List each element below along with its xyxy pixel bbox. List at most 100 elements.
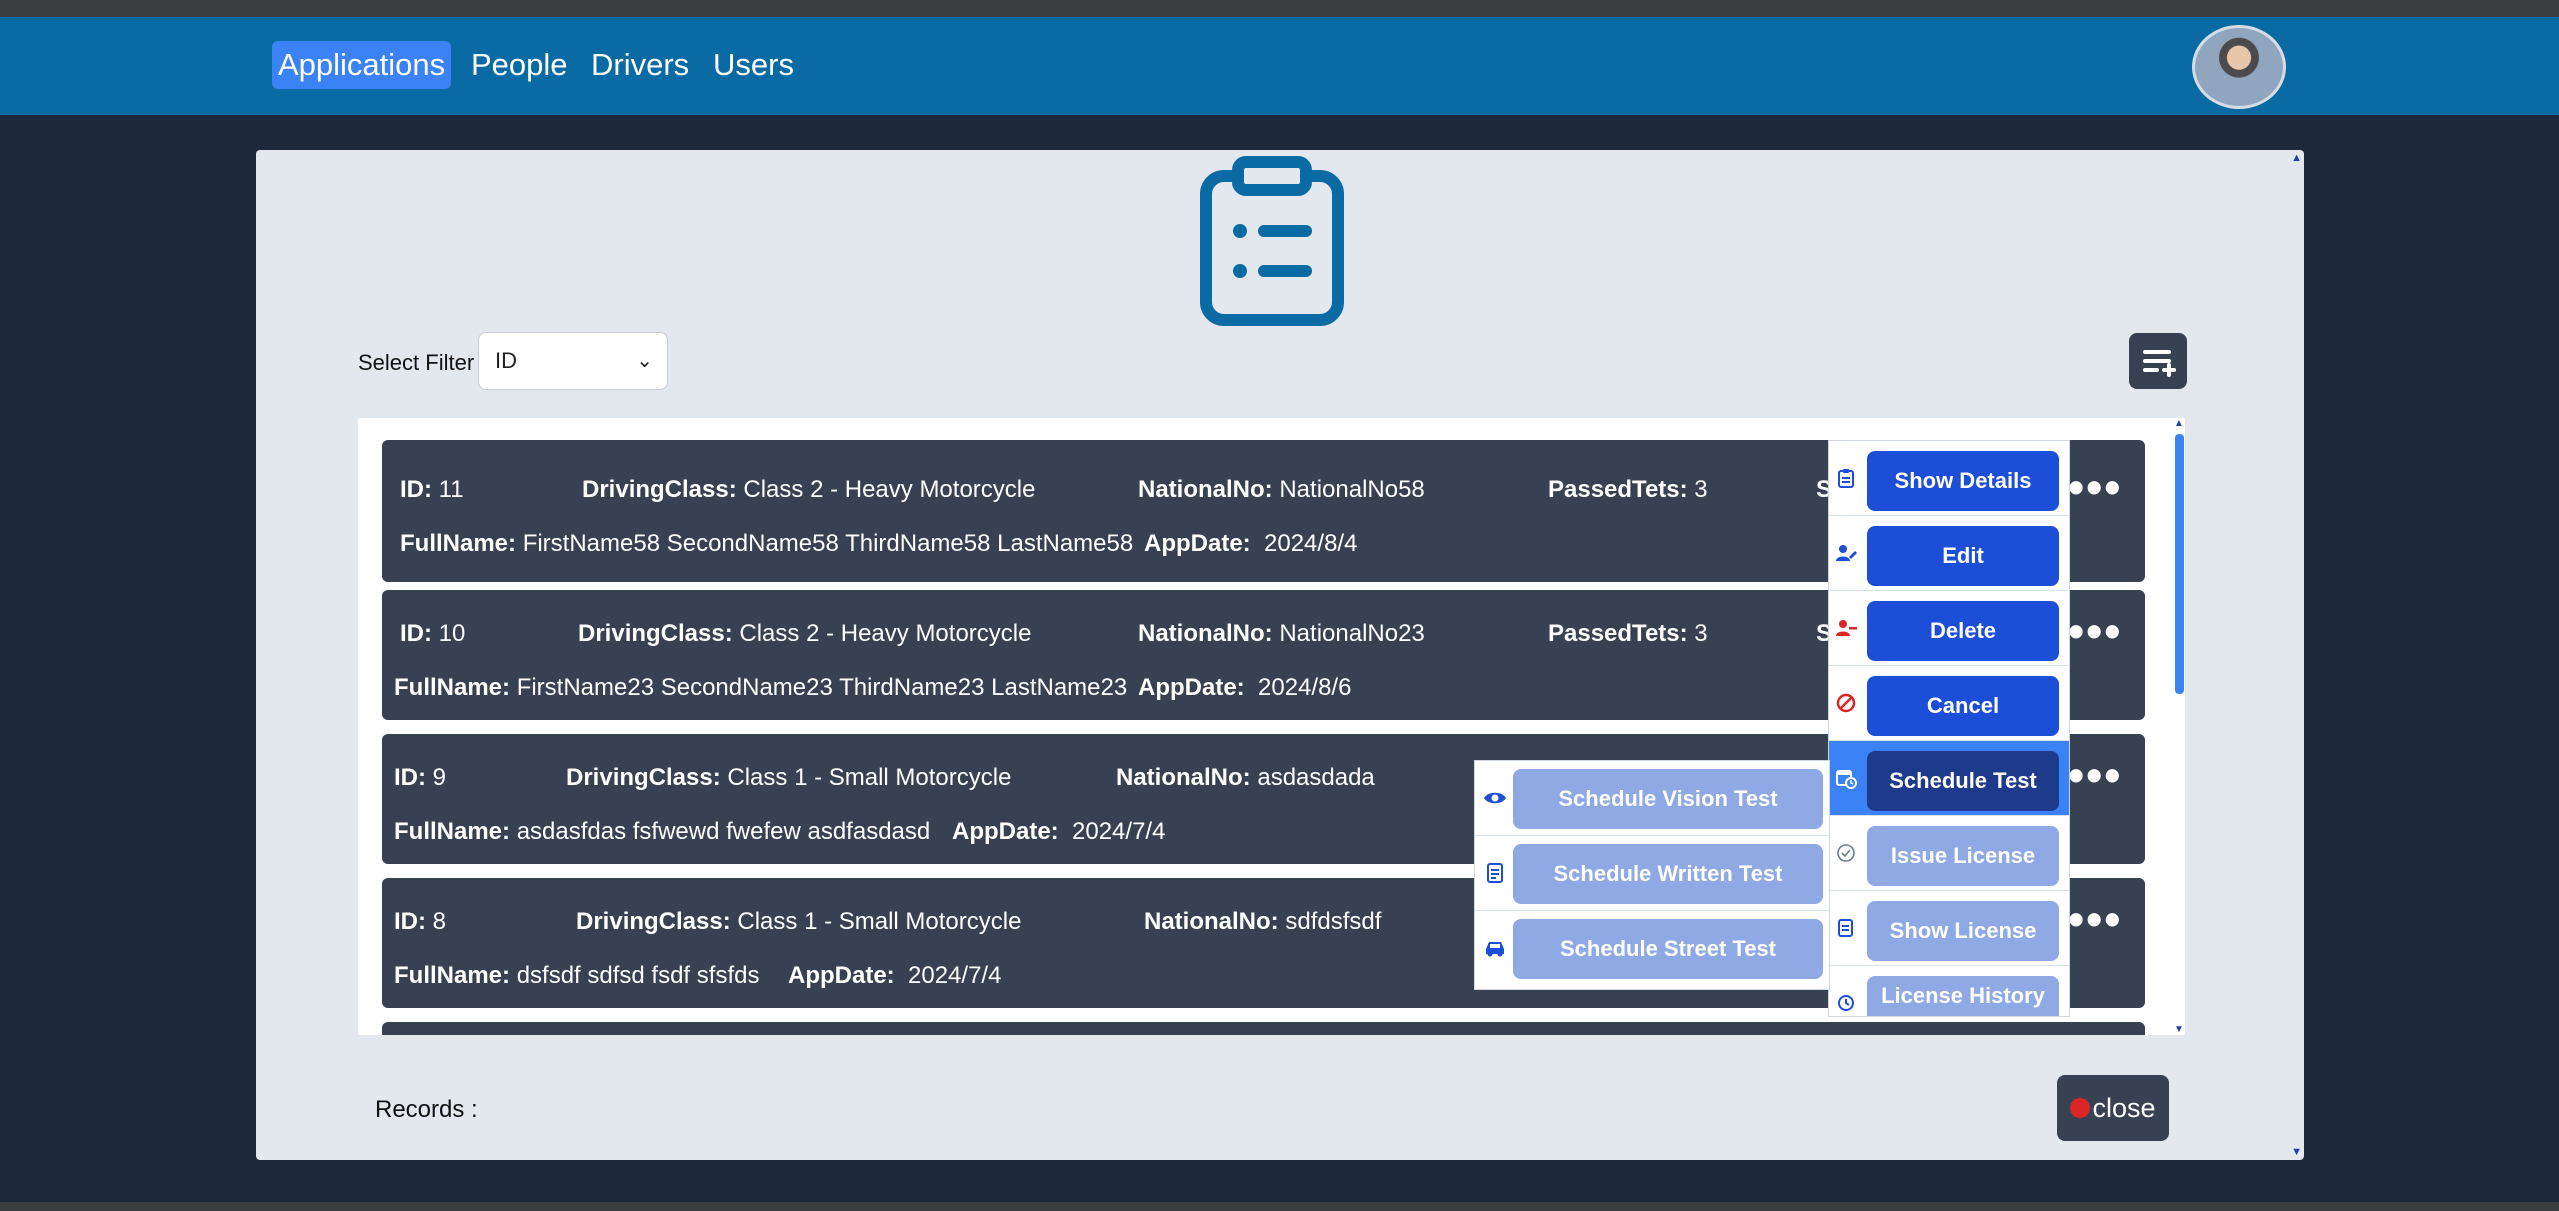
appdate-value: 2024/7/4 [908,962,1002,989]
nav-users[interactable]: Users [707,41,800,89]
menu-item-edit[interactable]: Edit [1829,516,2069,591]
appdate-label: AppDate: [1138,674,1245,701]
fullname-label: FullName: [394,674,511,701]
delete-button[interactable]: Delete [1867,601,2059,661]
ban-icon [1836,693,1856,713]
navbar: Applications People Drivers Users [0,17,2559,115]
menu-item-cancel[interactable]: Cancel [1829,666,2069,741]
id-label: ID: [400,476,432,503]
national-no-label: NationalNo: [1144,908,1279,935]
fullname-label: FullName: [394,962,511,989]
menu-item-license-history[interactable]: License History [1829,966,2069,1016]
submenu-item-street-test[interactable]: Schedule Street Test [1475,911,1829,985]
filter-selected-value: ID [495,348,517,373]
close-button[interactable]: close [2057,1075,2169,1141]
scroll-down-icon[interactable]: ▼ [2174,1024,2184,1035]
scroll-up-icon[interactable]: ▲ [2291,152,2302,164]
passed-tests-value: 3 [1694,620,1708,647]
show-license-button[interactable]: Show License [1867,901,2059,961]
user-avatar[interactable] [2192,25,2286,109]
window-top-strip [0,0,2559,17]
id-value: 10 [438,620,466,647]
class-value: Class 2 - Heavy Motorcycle [739,620,1032,647]
id-label: ID: [394,908,426,935]
fullname-value: FirstName58 SecondName58 ThirdName58 Las… [522,530,1134,557]
submenu-item-written-test[interactable]: Schedule Written Test [1475,836,1829,911]
close-label: close [2092,1093,2156,1123]
fullname-label: FullName: [394,818,511,845]
id-value: 9 [432,764,447,791]
appdate-value: 2024/8/6 [1258,674,1352,701]
more-options-icon[interactable]: ••• [2068,896,2138,944]
schedule-street-test-button[interactable]: Schedule Street Test [1513,919,1823,979]
schedule-test-button[interactable]: Schedule Test [1867,751,2059,811]
edit-button[interactable]: Edit [1867,526,2059,586]
national-no-value: NationalNo23 [1279,620,1425,647]
window-bottom-strip [0,1202,2559,1211]
more-options-icon[interactable]: ••• [2068,608,2138,656]
passed-tests-value: 3 [1694,476,1708,503]
car-icon [1486,942,1504,957]
appdate-label: AppDate: [1144,530,1251,557]
class-label: DrivingClass: [578,620,733,647]
class-value: Class 2 - Heavy Motorcycle [743,476,1036,503]
records-count: Records : [375,1096,478,1123]
show-details-button[interactable]: Show Details [1867,451,2059,511]
submenu-item-vision-test[interactable]: Schedule Vision Test [1475,761,1829,836]
nav-people[interactable]: People [465,41,574,89]
appdate-label: AppDate: [788,962,895,989]
more-options-icon[interactable]: ••• [2068,464,2138,512]
schedule-written-test-button[interactable]: Schedule Written Test [1513,844,1823,904]
document-icon [1487,863,1503,883]
class-label: DrivingClass: [566,764,721,791]
cancel-button[interactable]: Cancel [1867,676,2059,736]
applications-panel: ▲ ▼ Select Filter ID ⌄ ID: 11 DrivingCla… [256,150,2304,1160]
schedule-vision-test-button[interactable]: Schedule Vision Test [1513,769,1823,829]
nav-drivers[interactable]: Drivers [585,41,695,89]
id-label: ID: [394,764,426,791]
class-label: DrivingClass: [582,476,737,503]
chevron-down-icon: ⌄ [636,350,653,372]
menu-item-issue-license[interactable]: Issue License [1829,816,2069,891]
filter-label: Select Filter [358,350,475,375]
scroll-up-icon[interactable]: ▲ [2174,418,2184,429]
more-options-icon[interactable]: ••• [2068,752,2138,800]
menu-item-show-details[interactable]: Show Details [1829,441,2069,516]
schedule-test-submenu: Schedule Vision Test Schedule Written Te… [1474,760,1830,990]
clipboard-icon [1838,469,1854,488]
class-label: DrivingClass: [576,908,731,935]
eye-icon [1484,792,1506,804]
nav-applications[interactable]: Applications [272,41,452,89]
appdate-label: AppDate: [952,818,1059,845]
passed-tests-label: PassedTets: [1548,476,1688,503]
menu-item-delete[interactable]: Delete [1829,591,2069,666]
clipboard-list-icon [1200,156,1344,326]
scrollbar-thumb[interactable] [2175,434,2184,694]
check-circle-icon [1837,844,1855,862]
actions-menu: Show Details Edit Delete Cancel Schedule… [1828,440,2070,1017]
application-card[interactable] [382,1022,2145,1035]
add-application-button[interactable] [2129,333,2187,389]
license-history-button[interactable]: License History [1867,976,2059,1016]
menu-item-show-license[interactable]: Show License [1829,891,2069,966]
fullname-value: dsfsdf sdfsd fsdf sfsfds [516,962,760,989]
appdate-value: 2024/7/4 [1072,818,1166,845]
national-no-label: NationalNo: [1116,764,1251,791]
id-value: 11 [438,476,464,503]
fullname-value: asdasfdas fsfwewd fwefew asdfasdasd [516,818,931,845]
id-label: ID: [400,620,432,647]
passed-tests-label: PassedTets: [1548,620,1688,647]
list-scrollbar[interactable]: ▲ ▼ [2173,418,2185,1035]
scroll-down-icon[interactable]: ▼ [2291,1146,2302,1158]
national-no-label: NationalNo: [1138,620,1273,647]
class-value: Class 1 - Small Motorcycle [737,908,1022,935]
issue-license-button[interactable]: Issue License [1867,826,2059,886]
close-icon [2070,1097,2091,1118]
history-icon [1838,995,1854,1011]
filter-select[interactable]: ID ⌄ [478,332,668,390]
national-no-value: sdfdsfsdf [1285,908,1382,935]
class-value: Class 1 - Small Motorcycle [727,764,1012,791]
menu-item-schedule-test[interactable]: Schedule Test [1829,741,2069,816]
national-no-value: asdasdada [1257,764,1375,791]
user-minus-icon [1836,620,1857,636]
